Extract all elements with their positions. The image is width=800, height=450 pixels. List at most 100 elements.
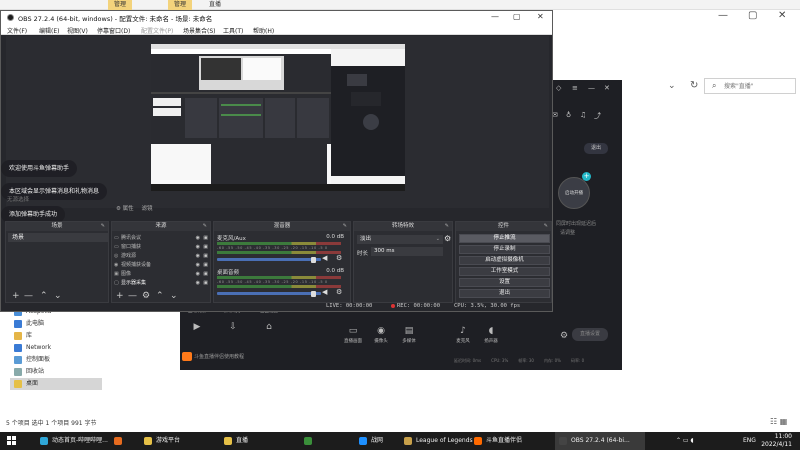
gift-icon[interactable]: ♁ [566,111,571,119]
nav-item[interactable]: Network [14,342,51,354]
volume-slider-handle[interactable] [310,256,316,263]
taskbar-item[interactable] [110,432,136,450]
douyu-source-tool[interactable]: ▤ 多媒体 [396,326,422,344]
dock-close-icon[interactable]: ✎ [445,222,449,231]
control-button[interactable]: 停止录制 [459,245,550,254]
volume-slider[interactable] [217,292,321,295]
menu-icon[interactable]: ≡ [572,84,578,92]
source-settings-icon[interactable]: ⚙ [142,290,150,302]
add-source-icon[interactable]: + [116,290,124,302]
menu-item[interactable]: 配置文件(P) [141,26,173,35]
move-up-icon[interactable]: ⌃ [40,290,48,302]
ribbon-tab-manage-2[interactable]: 管理 [168,0,193,10]
source-item[interactable]: ▢ 显示器采集 ◉ ▣ [114,279,210,287]
add-scene-icon[interactable]: + [12,290,20,302]
chevron-down-icon[interactable]: ⌄ [668,81,676,91]
minimize-icon[interactable]: — [718,10,728,21]
minimize-icon[interactable]: — [588,84,595,92]
menu-item[interactable]: 停靠窗口(D) [97,26,130,35]
volume-slider[interactable] [217,258,321,261]
maximize-icon[interactable]: ▢ [748,10,757,21]
taskbar-item[interactable]: OBS 27.2.4 (64-bi... [555,432,645,450]
move-up-icon[interactable]: ⌃ [156,290,164,302]
remove-source-icon[interactable]: — [128,290,137,302]
nav-item[interactable]: 库 [14,330,32,342]
clock[interactable]: 11:00 2022/4/11 [761,433,792,449]
windows-start-icon[interactable] [7,436,16,445]
eye-icon[interactable]: ◉ [196,252,200,260]
gear-icon[interactable]: ⚙ [336,254,342,262]
duration-input[interactable]: 300 ms [371,247,443,256]
control-button[interactable]: 设置 [459,278,550,287]
menu-item[interactable]: 文件(F) [7,26,27,35]
control-button[interactable]: 停止推流 [459,234,550,243]
ribbon-tab-live[interactable]: 直播 [203,0,227,10]
search-input[interactable] [724,79,794,93]
close-icon[interactable]: ✕ [537,12,544,21]
transition-select[interactable]: 淡出 ⌄ [357,235,443,244]
lock-icon[interactable]: ▣ [203,252,208,260]
eye-icon[interactable]: ◉ [196,234,200,242]
taskbar-item[interactable]: 游戏平台 [140,432,210,450]
taskbar-item[interactable]: 战网 [355,432,395,450]
speaker-icon[interactable]: ◀ [322,254,327,262]
transition-gear-icon[interactable]: ⚙ [444,234,451,243]
view-toggle-icon[interactable]: ☷ ▦ [770,417,787,426]
eye-icon[interactable]: ◉ [196,270,200,278]
source-item[interactable]: ▭ 腾讯会议 ◉ ▣ [114,234,210,242]
maximize-icon[interactable]: ▢ [513,12,521,21]
taskbar-item[interactable]: 斗鱼直播伴侣 [470,432,546,450]
bell-icon[interactable]: ♫ [580,111,586,119]
scene-item[interactable]: 场景 [8,233,108,242]
source-item[interactable]: ▣ 图像 ◉ ▣ [114,270,210,278]
live-settings-button[interactable]: 直播设置 [572,328,608,341]
dock-close-icon[interactable]: ✎ [203,222,207,231]
taskbar-item[interactable]: League of Legends [400,432,473,450]
eye-icon[interactable]: ◉ [196,261,200,269]
gear-icon[interactable]: ⚙ [336,288,342,296]
dock-close-icon[interactable]: ✎ [343,222,347,231]
taskbar-item[interactable] [300,432,326,450]
menu-item[interactable]: 工具(T) [223,26,243,35]
douyu-tool[interactable]: ⌂ [256,322,282,334]
tutorial-link[interactable]: 斗鱼直播伴侣使用教程 [194,353,244,360]
douyu-tool[interactable]: ▶ [184,322,210,334]
remove-scene-icon[interactable]: — [24,290,33,302]
douyu-source-tool[interactable]: ♪ 麦克风 [450,326,476,344]
menu-item[interactable]: 视图(V) [67,26,88,35]
dock-close-icon[interactable]: ✎ [101,222,105,231]
lock-icon[interactable]: ▣ [203,261,208,269]
gear-icon[interactable]: ⚙ [560,331,568,341]
nav-item[interactable]: 此电脑 [14,318,44,330]
source-item[interactable]: ◉ 视频捕获设备 ◉ ▣ [114,261,210,269]
menu-item[interactable]: 编辑(E) [39,26,59,35]
move-down-icon[interactable]: ⌄ [54,290,62,302]
nav-item[interactable]: 回收站 [14,366,44,378]
control-button[interactable]: 启动虚拟摄像机 [459,256,550,265]
nav-item[interactable]: 桌面 [10,378,102,390]
start-stream-button[interactable]: 启动开播 [558,177,590,209]
ribbon-tab-manage-1[interactable]: 管理 [108,0,133,10]
language-indicator[interactable]: ENG [743,432,756,450]
volume-slider-handle[interactable] [310,290,316,297]
move-down-icon[interactable]: ⌄ [170,290,178,302]
menu-item[interactable]: 场景集合(S) [183,26,216,35]
control-button[interactable]: 退出 [459,289,550,298]
lock-icon[interactable]: ▣ [203,234,208,242]
refresh-icon[interactable]: ↻ [690,80,698,91]
share-icon[interactable]: ⤴ [594,111,601,121]
system-tray-icons[interactable]: ⌃ ▭ ◖ [676,432,694,450]
douyu-tool[interactable]: ⇩ [220,322,246,334]
preview-canvas[interactable] [151,44,405,191]
douyu-source-tool[interactable]: ◖ 扬声器 [478,326,504,344]
exit-button[interactable]: 退出 [584,143,608,154]
dock-close-icon[interactable]: ✎ [544,222,548,231]
taskbar-item[interactable]: 动态首页-哔哩哔哩... [36,432,110,450]
lock-icon[interactable]: ▣ [203,279,208,287]
close-icon[interactable]: ✕ [604,84,610,92]
properties-button[interactable]: ⚙ 属性 [116,206,134,212]
filters-button[interactable]: 滤镜 [141,206,152,212]
eye-icon[interactable]: ◉ [196,243,200,251]
control-button[interactable]: 工作室模式 [459,267,550,276]
skin-icon[interactable]: ◇ [556,84,561,92]
